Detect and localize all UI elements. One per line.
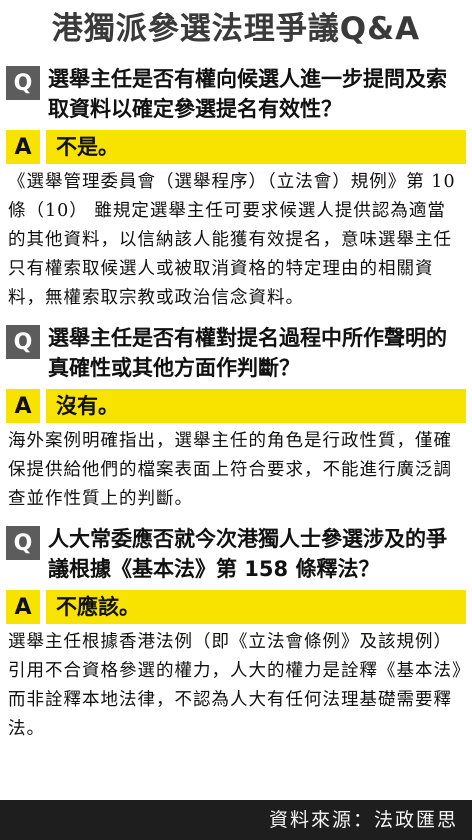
short-answer: 不應該。	[46, 590, 466, 624]
answer-text: 海外案例明確指出，選舉主任的角色是行政性質，僅確保提供給他們的檔案表面上符合要求…	[8, 431, 452, 509]
q-badge: Q	[6, 325, 40, 359]
answer-row: A 沒有。	[6, 389, 466, 423]
q-badge: Q	[6, 66, 40, 100]
answer-text: 《選舉管理委員會（選舉程序）（立法會）規例》第 10 條（10） 雖規定選舉主任…	[8, 172, 456, 308]
short-answer: 沒有。	[46, 389, 466, 423]
question-row: Q 人大常委應否就今次港獨人士參選涉及的爭議根據《基本法》第 158 條釋法？	[6, 524, 466, 584]
answer-row: A 不應該。	[6, 590, 466, 624]
q-badge: Q	[6, 526, 40, 560]
qa-item-1: Q 選舉主任是否有權向候選人進一步提問及索取資料以確定參選提名有效性？ A 不是…	[0, 64, 472, 317]
qa-item-2: Q 選舉主任是否有權對提名過程中所作聲明的真確性或其他方面作判斷？ A 沒有。 …	[0, 323, 472, 518]
question-row: Q 選舉主任是否有權向候選人進一步提問及索取資料以確定參選提名有效性？	[6, 64, 466, 124]
question-text: 人大常委應否就今次港獨人士參選涉及的爭議根據《基本法》第 158 條釋法？	[48, 527, 447, 581]
answer-text: 選舉主任根據香港法例（即《立法會條例》及該規例）引用不合資格參選的權力，人大的權…	[8, 632, 462, 739]
a-badge: A	[6, 389, 40, 423]
question-row: Q 選舉主任是否有權對提名過程中所作聲明的真確性或其他方面作判斷？	[6, 323, 466, 383]
page-title: 港獨派參選法理爭議Q&A	[51, 11, 421, 47]
article-infographic: 港獨派參選法理爭議Q&A Q 選舉主任是否有權向候選人進一步提問及索取資料以確定…	[0, 0, 472, 840]
qa-item-3: Q 人大常委應否就今次港獨人士參選涉及的爭議根據《基本法》第 158 條釋法？ …	[0, 524, 472, 748]
a-badge: A	[6, 130, 40, 164]
question-text: 選舉主任是否有權向候選人進一步提問及索取資料以確定參選提名有效性？	[48, 67, 447, 121]
answer-row: A 不是。	[6, 130, 466, 164]
source-credit: 資料來源：法政匯思	[0, 800, 472, 840]
short-answer: 不是。	[46, 130, 466, 164]
a-badge: A	[6, 590, 40, 624]
question-text: 選舉主任是否有權對提名過程中所作聲明的真確性或其他方面作判斷？	[48, 326, 447, 380]
